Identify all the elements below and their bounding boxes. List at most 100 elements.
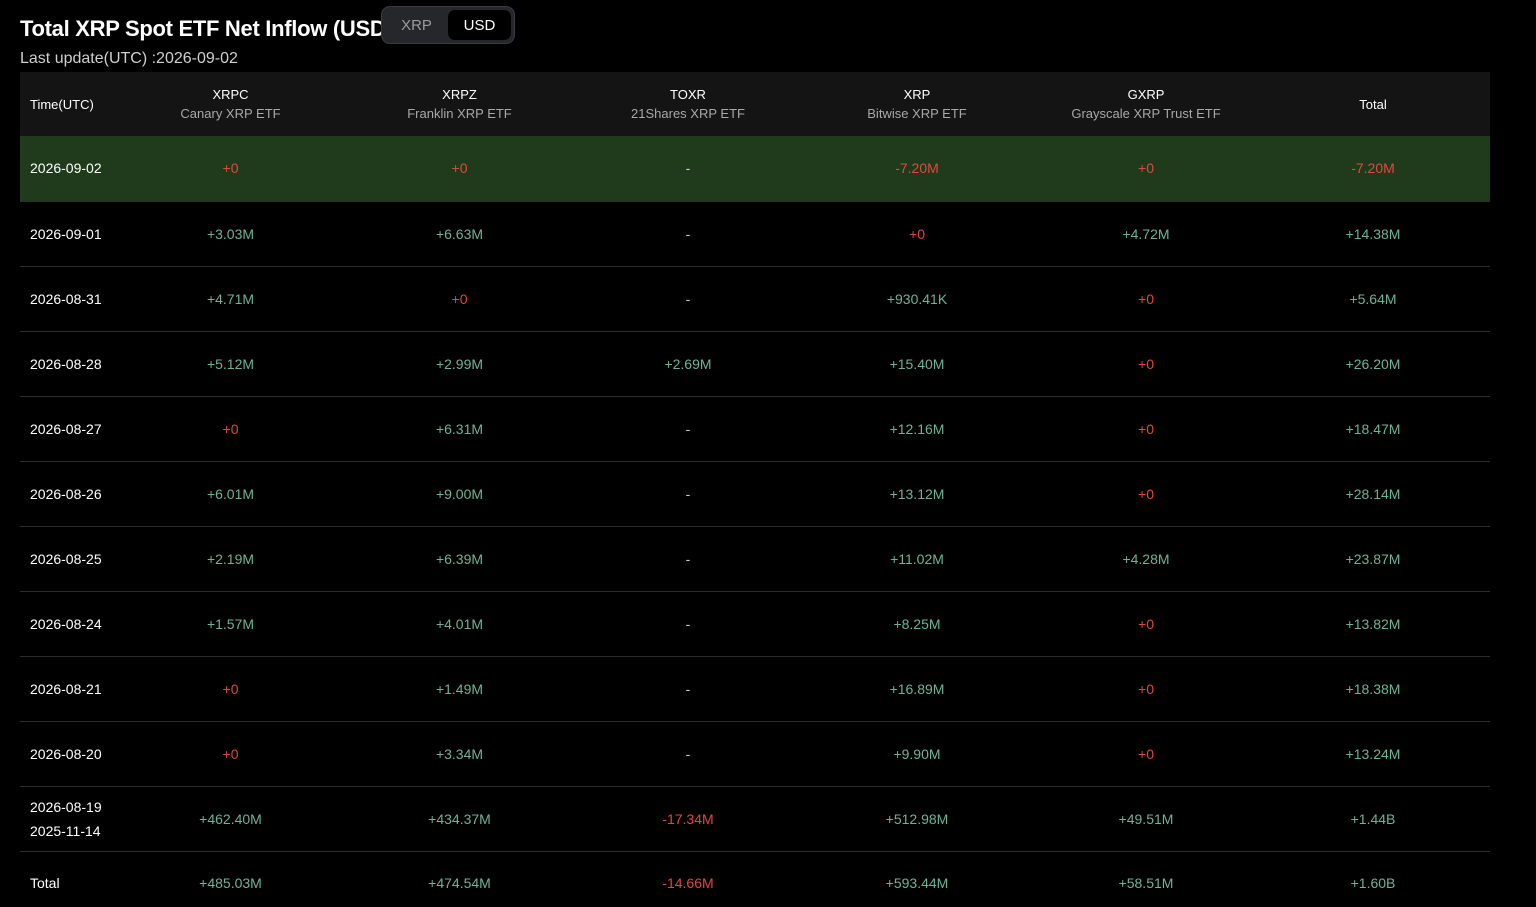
- cell-gxrp: +49.51M: [1118, 810, 1174, 827]
- cell-total: +26.20M: [1345, 355, 1401, 372]
- toggle-usd-button[interactable]: USD: [448, 10, 511, 40]
- cell-xrpc: +5.12M: [206, 355, 255, 372]
- date-text: 2026-08-28: [30, 355, 102, 372]
- cell-xrp: +11.02M: [890, 550, 944, 567]
- cell-gxrp: +0: [1138, 290, 1154, 307]
- cell-toxr: -17.34M: [662, 810, 714, 827]
- toggle-xrp-button[interactable]: XRP: [385, 10, 448, 40]
- cell-xrpc: +0: [222, 745, 239, 762]
- date-text: 2026-09-02: [30, 160, 102, 177]
- column-header-time: Time(UTC): [30, 96, 94, 112]
- row-date: 2026-08-20: [20, 721, 120, 786]
- table-row: 2026-08-26 +6.01M +9.00M - +13.12M +0 +28.14M: [20, 461, 1490, 526]
- row-date: 2026-08-25: [20, 526, 120, 591]
- cell-xrpc: +2.19M: [206, 550, 255, 567]
- cell-gxrp: +58.51M: [1118, 875, 1174, 892]
- cell-xrpz: +3.34M: [435, 745, 484, 762]
- cell-total: -7.20M: [1351, 160, 1395, 177]
- cell-xrpc: +462.40M: [199, 810, 262, 827]
- cell-xrp: +12.16M: [889, 420, 945, 437]
- table-row: 2026-08-19 2025-11-14 +462.40M +434.37M -17.…: [20, 786, 1490, 851]
- cell-xrp: +512.98M: [885, 810, 949, 827]
- cell-total: +1.44B: [1350, 810, 1396, 827]
- cell-total: +1.60B: [1350, 875, 1396, 892]
- cell-xrpz: +434.37M: [428, 810, 491, 827]
- cell-gxrp: +4.72M: [1122, 225, 1170, 242]
- cell-gxrp: +0: [1138, 680, 1154, 697]
- date-text: 2026-08-19: [30, 798, 102, 815]
- cell-xrpz: +6.31M: [435, 420, 484, 437]
- cell-total: +13.24M: [1345, 745, 1401, 762]
- cell-xrpc: +3.03M: [206, 225, 255, 242]
- table-row: 2026-08-25 +2.19M +6.39M - +11.02M +4.28M +23.…: [20, 526, 1490, 591]
- table-row: 2026-09-01 +3.03M +6.63M - +0 +4.72M +14.38M: [20, 201, 1490, 266]
- cell-gxrp: +0: [1138, 355, 1154, 372]
- row-date: 2026-09-01: [20, 201, 120, 266]
- cell-total: +28.14M: [1345, 485, 1401, 502]
- table-row: 2026-08-28 +5.12M +2.99M +2.69M +15.40M +0 +26…: [20, 331, 1490, 396]
- row-date: 2026-08-28: [20, 331, 120, 396]
- date-text: 2026-08-25: [30, 550, 102, 567]
- cell-xrpc: +6.01M: [206, 485, 255, 502]
- cell-xrp: +16.89M: [889, 680, 945, 697]
- date-text: 2026-08-20: [30, 745, 102, 762]
- column-header-xrpz: XRPZ Franklin XRP ETF: [407, 87, 512, 121]
- table-row: 2026-09-02 +0 +0 - -7.20M +0 -7.20M: [20, 136, 1490, 201]
- table-header-row: Time(UTC) XRPC Canary XRP ETF XRPZ Frankli…: [20, 72, 1490, 136]
- cell-xrpc: +485.03M: [199, 875, 262, 892]
- page-header: Total XRP Spot ETF Net Inflow (USD) XRP …: [20, 4, 1120, 70]
- total-label: Total: [20, 851, 120, 907]
- cell-xrpc: +0: [222, 160, 239, 177]
- cell-total: +14.38M: [1345, 225, 1401, 242]
- cell-gxrp: +0: [1138, 745, 1154, 762]
- row-date: 2026-08-31: [20, 266, 120, 331]
- cell-gxrp: +0: [1138, 615, 1154, 632]
- row-date: 2026-08-19 2025-11-14: [20, 786, 120, 851]
- unit-toggle: XRP USD: [381, 6, 515, 44]
- cell-total: +18.47M: [1345, 420, 1401, 437]
- cell-xrpc: +1.57M: [206, 615, 255, 632]
- cell-xrpz: +6.63M: [435, 225, 484, 242]
- cell-toxr: -: [685, 225, 691, 242]
- cell-toxr: -: [685, 680, 691, 697]
- cell-xrp: +15.40M: [889, 355, 945, 372]
- table-header: Time(UTC) XRPC Canary XRP ETF XRPZ Frankli…: [20, 72, 1490, 136]
- row-date: 2026-08-21: [20, 656, 120, 721]
- cell-gxrp: +0: [1138, 485, 1154, 502]
- cell-xrpz: +9.00M: [435, 485, 484, 502]
- date-text: 2026-08-31: [30, 290, 102, 307]
- row-date: 2026-09-02: [20, 136, 120, 201]
- cell-xrpz: +1.49M: [435, 680, 484, 697]
- cell-xrpc: +0: [222, 420, 239, 437]
- cell-xrp: +13.12M: [889, 485, 945, 502]
- table-total-row: Total +485.03M +474.54M -14.66M +593.44M +58.…: [20, 851, 1490, 907]
- column-header-xrp: XRP Bitwise XRP ETF: [867, 87, 967, 121]
- cell-total: +23.87M: [1345, 550, 1401, 567]
- cell-toxr: -14.66M: [662, 875, 714, 892]
- column-header-toxr: TOXR 21Shares XRP ETF: [631, 87, 745, 121]
- cell-gxrp: +0: [1138, 420, 1154, 437]
- cell-xrpz: +0: [451, 290, 468, 307]
- table-body: 2026-09-02 +0 +0 - -7.20M +0 -7.20M 2026-09-01 +…: [20, 136, 1490, 907]
- cell-xrpz: +6.39M: [435, 550, 484, 567]
- etf-flow-table: Time(UTC) XRPC Canary XRP ETF XRPZ Frankli…: [20, 72, 1490, 907]
- date-text: 2026-08-27: [30, 420, 102, 437]
- column-header-total: Total: [1359, 96, 1387, 112]
- cell-toxr: -: [685, 745, 691, 762]
- cell-xrp: +0: [909, 225, 925, 242]
- row-date: 2026-08-27: [20, 396, 120, 461]
- cell-toxr: -: [685, 550, 691, 567]
- cell-xrp: +9.90M: [893, 745, 941, 762]
- table-row: 2026-08-27 +0 +6.31M - +12.16M +0 +18.47M: [20, 396, 1490, 461]
- table-row: 2026-08-24 +1.57M +4.01M - +8.25M +0 +13.82M: [20, 591, 1490, 656]
- date-text: 2026-08-24: [30, 615, 102, 632]
- cell-total: +18.38M: [1345, 680, 1401, 697]
- date-text: 2025-11-14: [30, 822, 101, 839]
- cell-xrpc: +4.71M: [206, 290, 255, 307]
- date-text: 2026-08-26: [30, 485, 102, 502]
- cell-gxrp: +4.28M: [1122, 550, 1170, 567]
- cell-total: +13.82M: [1345, 615, 1401, 632]
- row-date: 2026-08-24: [20, 591, 120, 656]
- cell-xrp: +930.41K: [886, 290, 948, 307]
- cell-xrpz: +474.54M: [428, 875, 491, 892]
